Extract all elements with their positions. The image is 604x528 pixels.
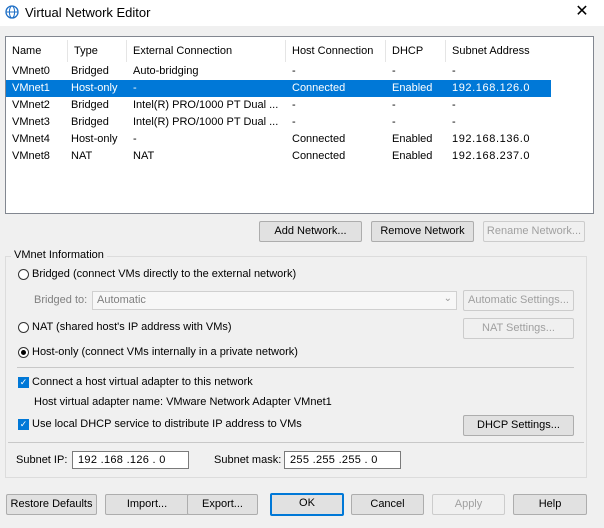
window-title: Virtual Network Editor bbox=[25, 5, 151, 20]
cell-external-connection: Intel(R) PRO/1000 PT Dual ... bbox=[133, 116, 279, 128]
cell-subnet-address: - bbox=[452, 99, 456, 111]
subnet-ip-input[interactable]: 192 .168 .126 . 0 bbox=[72, 451, 189, 469]
cell-subnet-address: 192.168.136.0 bbox=[452, 133, 531, 145]
connect-adapter-label[interactable]: Connect a host virtual adapter to this n… bbox=[32, 376, 253, 388]
cell-type: Bridged bbox=[71, 116, 109, 128]
network-list[interactable]: Name Type External Connection Host Conne… bbox=[5, 36, 594, 214]
cell-type: Host-only bbox=[71, 133, 118, 145]
bridged-to-value: Automatic bbox=[97, 294, 146, 306]
help-button[interactable]: Help bbox=[513, 494, 587, 515]
column-header-subnet-address[interactable]: Subnet Address bbox=[446, 40, 546, 62]
rename-network-button[interactable]: Rename Network... bbox=[483, 221, 585, 242]
cell-external-connection: Auto-bridging bbox=[133, 65, 199, 77]
cell-dhcp: Enabled bbox=[392, 150, 433, 162]
cell-dhcp: - bbox=[392, 65, 396, 77]
cell-dhcp: - bbox=[392, 99, 396, 111]
bridged-radio[interactable] bbox=[18, 269, 29, 280]
dhcp-checkbox[interactable]: ✓ bbox=[18, 419, 29, 430]
chevron-down-icon: ⌄ bbox=[443, 293, 452, 304]
cell-name: VMnet8 bbox=[12, 150, 50, 162]
restore-defaults-button[interactable]: Restore Defaults bbox=[6, 494, 97, 515]
nat-radio-label[interactable]: NAT (shared host's IP address with VMs) bbox=[32, 321, 232, 333]
column-header-name[interactable]: Name bbox=[6, 40, 68, 62]
cell-name: VMnet4 bbox=[12, 133, 50, 145]
cell-host-connection: Connected bbox=[292, 82, 346, 94]
table-row[interactable]: VMnet4 Host-only - Connected Enabled 192… bbox=[6, 131, 551, 148]
cell-name: VMnet2 bbox=[12, 99, 50, 111]
bridged-to-label: Bridged to: bbox=[34, 294, 88, 306]
cell-host-connection: Connected bbox=[292, 150, 346, 162]
apply-button[interactable]: Apply bbox=[432, 494, 505, 515]
column-header-host-connection[interactable]: Host Connection bbox=[286, 40, 386, 62]
table-row[interactable]: VMnet2 Bridged Intel(R) PRO/1000 PT Dual… bbox=[6, 97, 551, 114]
cell-dhcp: Enabled bbox=[392, 82, 433, 94]
ok-button[interactable]: OK bbox=[270, 493, 344, 516]
column-header-dhcp[interactable]: DHCP bbox=[386, 40, 446, 62]
connect-adapter-checkbox[interactable]: ✓ bbox=[18, 377, 29, 388]
cell-type: Bridged bbox=[71, 65, 109, 77]
table-row[interactable]: VMnet8 NAT NAT Connected Enabled 192.168… bbox=[6, 148, 551, 165]
cell-external-connection: NAT bbox=[133, 150, 155, 162]
cell-external-connection: - bbox=[133, 82, 137, 94]
vmnet-information-title: VMnet Information bbox=[11, 249, 107, 261]
nat-settings-button[interactable]: NAT Settings... bbox=[463, 318, 574, 339]
cell-subnet-address: - bbox=[452, 65, 456, 77]
cell-dhcp: Enabled bbox=[392, 133, 433, 145]
cell-dhcp: - bbox=[392, 116, 396, 128]
cell-host-connection: Connected bbox=[292, 133, 346, 145]
subnet-mask-input[interactable]: 255 .255 .255 . 0 bbox=[284, 451, 401, 469]
cell-subnet-address: - bbox=[452, 116, 456, 128]
cell-name: VMnet0 bbox=[12, 65, 50, 77]
column-header-external-connection[interactable]: External Connection bbox=[127, 40, 286, 62]
cell-subnet-address: 192.168.237.0 bbox=[452, 150, 531, 162]
cell-subnet-address: 192.168.126.0 bbox=[452, 82, 531, 94]
column-header-type[interactable]: Type bbox=[68, 40, 127, 62]
export-button[interactable]: Export... bbox=[187, 494, 258, 515]
globe-icon bbox=[5, 5, 19, 19]
cell-host-connection: - bbox=[292, 116, 296, 128]
separator bbox=[8, 442, 584, 443]
cell-host-connection: - bbox=[292, 99, 296, 111]
adapter-name-text: Host virtual adapter name: VMware Networ… bbox=[34, 396, 332, 408]
cell-name: VMnet1 bbox=[12, 82, 50, 94]
cell-name: VMnet3 bbox=[12, 116, 50, 128]
table-row[interactable]: VMnet0 Bridged Auto-bridging - - - bbox=[6, 63, 551, 80]
bridged-radio-label[interactable]: Bridged (connect VMs directly to the ext… bbox=[32, 268, 296, 280]
cell-external-connection: - bbox=[133, 133, 137, 145]
cell-type: Host-only bbox=[71, 82, 118, 94]
dhcp-settings-button[interactable]: DHCP Settings... bbox=[463, 415, 574, 436]
cancel-button[interactable]: Cancel bbox=[351, 494, 424, 515]
host-only-radio[interactable] bbox=[18, 347, 29, 358]
cell-type: NAT bbox=[71, 150, 93, 162]
automatic-settings-button[interactable]: Automatic Settings... bbox=[463, 290, 574, 311]
remove-network-button[interactable]: Remove Network bbox=[371, 221, 474, 242]
close-icon[interactable]: ✕ bbox=[572, 2, 592, 22]
import-button[interactable]: Import... bbox=[105, 494, 189, 515]
add-network-button[interactable]: Add Network... bbox=[259, 221, 362, 242]
nat-radio[interactable] bbox=[18, 322, 29, 333]
separator bbox=[17, 367, 574, 368]
dhcp-label[interactable]: Use local DHCP service to distribute IP … bbox=[32, 418, 302, 430]
subnet-ip-label: Subnet IP: bbox=[16, 454, 68, 466]
cell-host-connection: - bbox=[292, 65, 296, 77]
subnet-mask-label: Subnet mask: bbox=[214, 454, 282, 466]
table-row-selected[interactable]: VMnet1 Host-only - Connected Enabled 192… bbox=[6, 80, 551, 97]
cell-type: Bridged bbox=[71, 99, 109, 111]
host-only-radio-label[interactable]: Host-only (connect VMs internally in a p… bbox=[32, 346, 298, 358]
cell-external-connection: Intel(R) PRO/1000 PT Dual ... bbox=[133, 99, 279, 111]
bridged-to-select[interactable]: Automatic ⌄ bbox=[92, 291, 457, 310]
table-row[interactable]: VMnet3 Bridged Intel(R) PRO/1000 PT Dual… bbox=[6, 114, 551, 131]
